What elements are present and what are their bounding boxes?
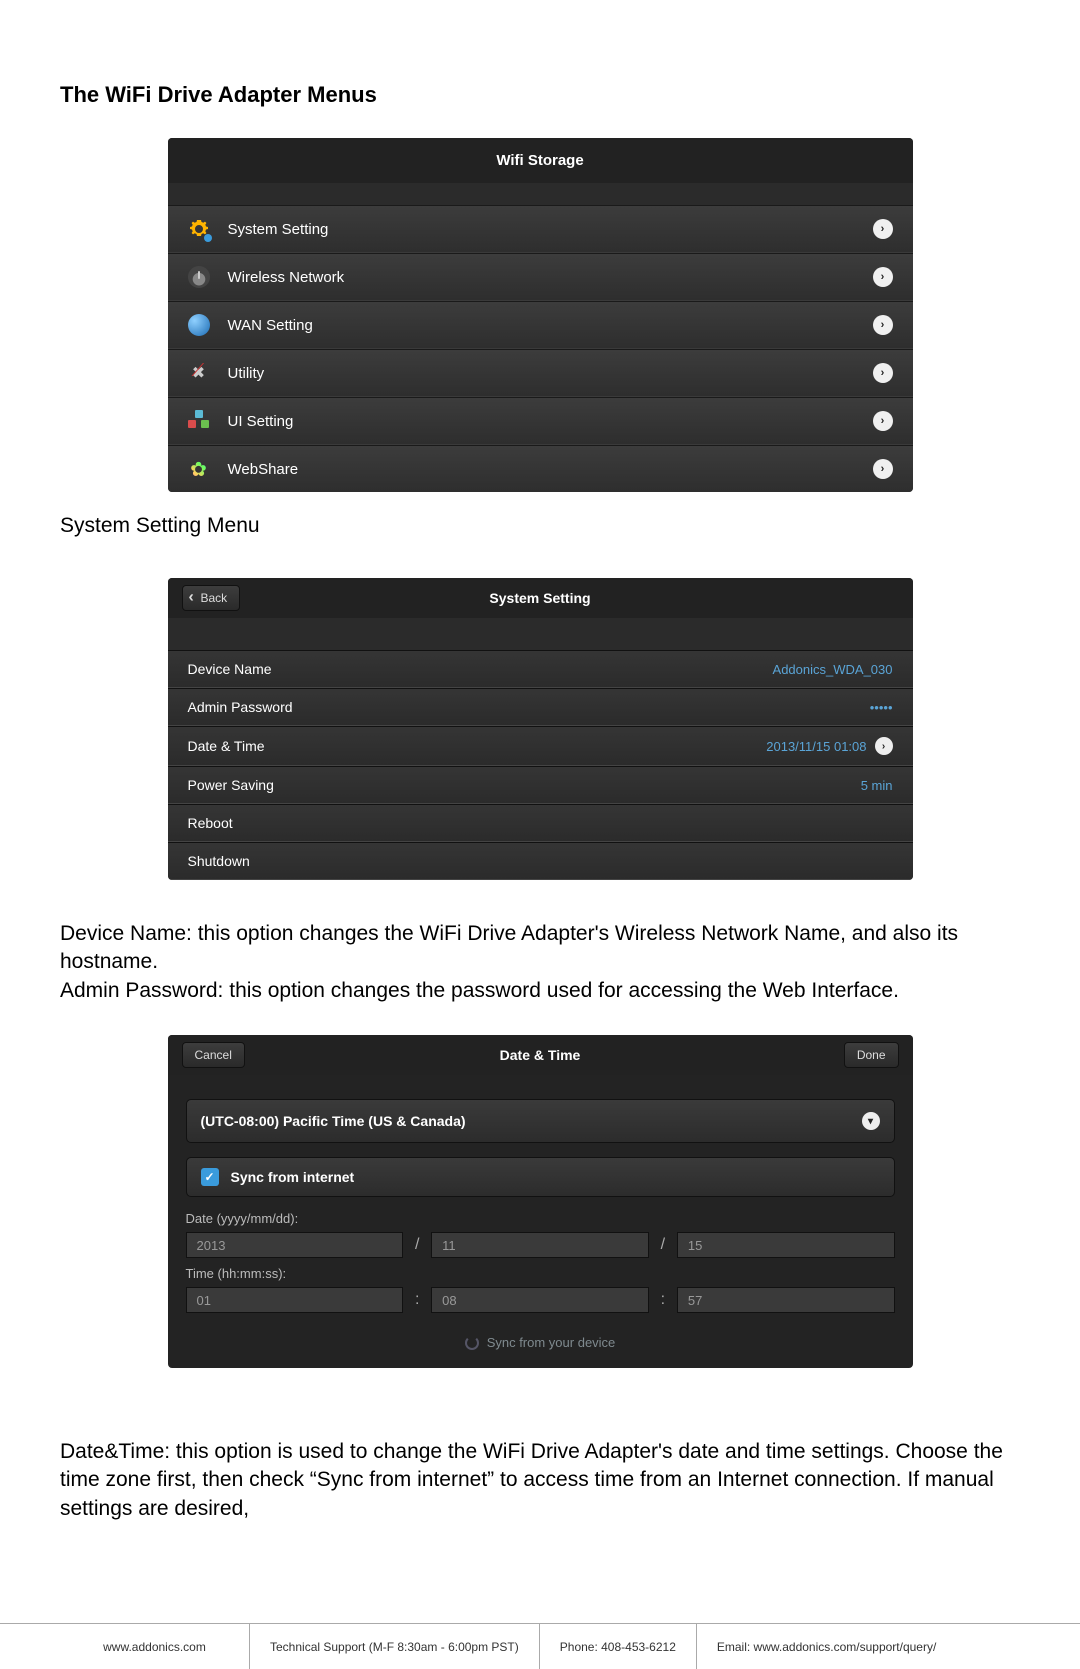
- date-time-panel: Cancel Date & Time Done (UTC-08:00) Paci…: [168, 1035, 913, 1368]
- panel-title: System Setting: [489, 590, 590, 606]
- timezone-select[interactable]: (UTC-08:00) Pacific Time (US & Canada) ▾: [186, 1099, 895, 1143]
- row-power-saving[interactable]: Power Saving 5 min: [168, 766, 913, 804]
- menu-item-utility[interactable]: Utility ›: [168, 349, 913, 397]
- menu-item-webshare[interactable]: WebShare ›: [168, 445, 913, 492]
- time-label: Time (hh:mm:ss):: [186, 1266, 895, 1281]
- chevron-right-icon: ›: [873, 219, 893, 239]
- day-field[interactable]: 15: [677, 1232, 895, 1258]
- menu-item-system-setting[interactable]: System Setting ›: [168, 205, 913, 253]
- row-device-name[interactable]: Device Name Addonics_WDA_030: [168, 650, 913, 688]
- panel-title: Date & Time: [500, 1047, 581, 1063]
- row-label: Power Saving: [188, 777, 274, 793]
- footer-phone: Phone: 408-453-6212: [540, 1624, 697, 1669]
- menu-item-ui-setting[interactable]: UI Setting ›: [168, 397, 913, 445]
- row-value: Addonics_WDA_030: [773, 662, 893, 677]
- panel-spacer: [168, 183, 913, 205]
- device-name-paragraph: Device Name: this option changes the WiF…: [60, 920, 1020, 977]
- chevron-right-icon: ›: [873, 315, 893, 335]
- row-label: Device Name: [188, 661, 272, 677]
- timezone-value: (UTC-08:00) Pacific Time (US & Canada): [201, 1113, 466, 1129]
- row-value: 2013/11/15 01:08: [766, 739, 866, 754]
- antenna-icon: [188, 266, 210, 288]
- checkbox-checked-icon[interactable]: ✓: [201, 1168, 219, 1186]
- time-sep: :: [403, 1291, 431, 1309]
- page-footer: www.addonics.com Technical Support (M-F …: [0, 1623, 1080, 1669]
- done-button[interactable]: Done: [844, 1042, 899, 1068]
- date-time-grid: Date (yyyy/mm/dd): 2013 / 11 / 15 Time (…: [168, 1211, 913, 1321]
- row-value: 5 min: [861, 778, 893, 793]
- menu-label: Utility: [228, 365, 265, 382]
- second-field[interactable]: 57: [677, 1287, 895, 1313]
- wifi-storage-panel: Wifi Storage System Setting › Wireless N…: [168, 138, 913, 492]
- menu-label: WebShare: [228, 461, 299, 478]
- sync-internet-row[interactable]: ✓ Sync from internet: [186, 1157, 895, 1197]
- chevron-down-icon: ▾: [862, 1112, 880, 1130]
- row-date-time[interactable]: Date & Time 2013/11/15 01:08 ›: [168, 726, 913, 766]
- sync-internet-label: Sync from internet: [231, 1169, 355, 1185]
- page-title: The WiFi Drive Adapter Menus: [60, 82, 1020, 108]
- globe-icon: [188, 314, 210, 336]
- menu-label: Wireless Network: [228, 269, 345, 286]
- chevron-right-icon: ›: [875, 737, 893, 755]
- date-sep: /: [403, 1236, 431, 1254]
- menu-item-wan-setting[interactable]: WAN Setting ›: [168, 301, 913, 349]
- admin-password-paragraph: Admin Password: this option changes the …: [60, 977, 1020, 1005]
- date-label: Date (yyyy/mm/dd):: [186, 1211, 895, 1226]
- system-setting-caption: System Setting Menu: [60, 514, 1020, 538]
- date-time-paragraph: Date&Time: this option is used to change…: [60, 1438, 1020, 1523]
- blocks-icon: [188, 410, 210, 432]
- minute-field[interactable]: 08: [431, 1287, 649, 1313]
- year-field[interactable]: 2013: [186, 1232, 404, 1258]
- chevron-right-icon: ›: [873, 267, 893, 287]
- row-admin-password[interactable]: Admin Password •••••: [168, 688, 913, 726]
- date-time-header: Cancel Date & Time Done: [168, 1035, 913, 1075]
- flower-icon: [188, 458, 210, 480]
- wifi-storage-header: Wifi Storage: [168, 138, 913, 183]
- sync-from-device-button[interactable]: Sync from your device: [168, 1321, 913, 1368]
- system-setting-header: Back System Setting: [168, 578, 913, 618]
- menu-label: System Setting: [228, 221, 329, 238]
- date-sep: /: [649, 1236, 677, 1254]
- back-button[interactable]: Back: [182, 585, 241, 611]
- system-setting-panel: Back System Setting Device Name Addonics…: [168, 578, 913, 880]
- cancel-button[interactable]: Cancel: [182, 1042, 245, 1068]
- chevron-right-icon: ›: [873, 459, 893, 479]
- row-shutdown[interactable]: Shutdown: [168, 842, 913, 880]
- refresh-icon: [465, 1336, 479, 1350]
- footer-email: Email: www.addonics.com/support/query/: [697, 1624, 956, 1669]
- sync-device-label: Sync from your device: [487, 1335, 616, 1350]
- chevron-right-icon: ›: [873, 363, 893, 383]
- menu-label: WAN Setting: [228, 317, 313, 334]
- row-label: Date & Time: [188, 738, 265, 754]
- footer-site: www.addonics.com: [0, 1624, 250, 1669]
- gear-icon: [188, 218, 210, 240]
- menu-label: UI Setting: [228, 413, 294, 430]
- chevron-right-icon: ›: [873, 411, 893, 431]
- row-label: Admin Password: [188, 699, 293, 715]
- row-label: Reboot: [188, 815, 233, 831]
- hour-field[interactable]: 01: [186, 1287, 404, 1313]
- menu-item-wireless-network[interactable]: Wireless Network ›: [168, 253, 913, 301]
- row-label: Shutdown: [188, 853, 250, 869]
- panel-spacer: [168, 618, 913, 650]
- row-value-wrap: 2013/11/15 01:08 ›: [766, 737, 892, 755]
- time-sep: :: [649, 1291, 677, 1309]
- footer-support: Technical Support (M-F 8:30am - 6:00pm P…: [250, 1624, 540, 1669]
- month-field[interactable]: 11: [431, 1232, 649, 1258]
- tools-icon: [188, 362, 210, 384]
- row-reboot[interactable]: Reboot: [168, 804, 913, 842]
- row-value: •••••: [870, 700, 893, 715]
